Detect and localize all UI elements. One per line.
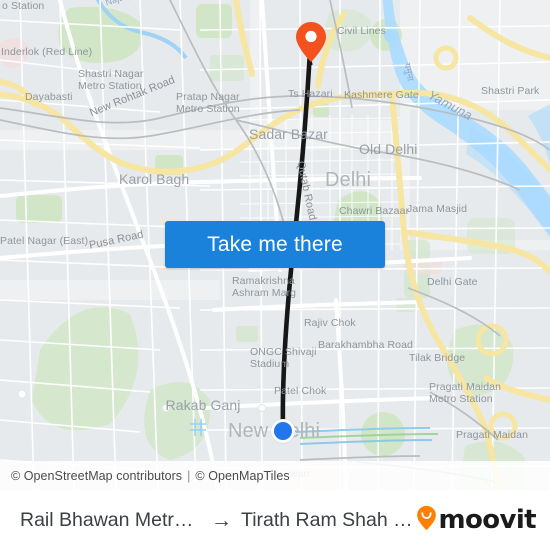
destination-pin-icon[interactable] [295, 21, 327, 66]
trip-summary: Rail Bhawan Metro S… → Tirath Ram Shah H… [20, 509, 416, 532]
map-screen: o Station Inderlok (Red Line) Shastri Naga… [0, 0, 550, 550]
attribution-osm[interactable]: © OpenStreetMap contributors [11, 469, 182, 483]
trip-footer: Rail Bhawan Metro S… → Tirath Ram Shah H… [0, 490, 550, 550]
arrow-right-icon: → [211, 508, 232, 532]
attribution-separator: | [187, 468, 191, 483]
trip-origin-label: Rail Bhawan Metro S… [20, 508, 202, 531]
map-canvas[interactable]: o Station Inderlok (Red Line) Shastri Naga… [0, 0, 550, 490]
attribution-tiles[interactable]: © OpenMapTiles [195, 469, 289, 483]
map-attribution: © OpenStreetMap contributors | © OpenMap… [0, 461, 550, 490]
moovit-logo[interactable]: moovit [416, 505, 537, 536]
trip-destination-label: Tirath Ram Shah Hospital (… [241, 508, 417, 531]
origin-location-dot[interactable] [271, 419, 295, 443]
moovit-pin-icon [416, 505, 437, 536]
moovit-wordmark: moovit [438, 505, 536, 535]
take-me-there-button[interactable]: Take me there [165, 221, 385, 268]
